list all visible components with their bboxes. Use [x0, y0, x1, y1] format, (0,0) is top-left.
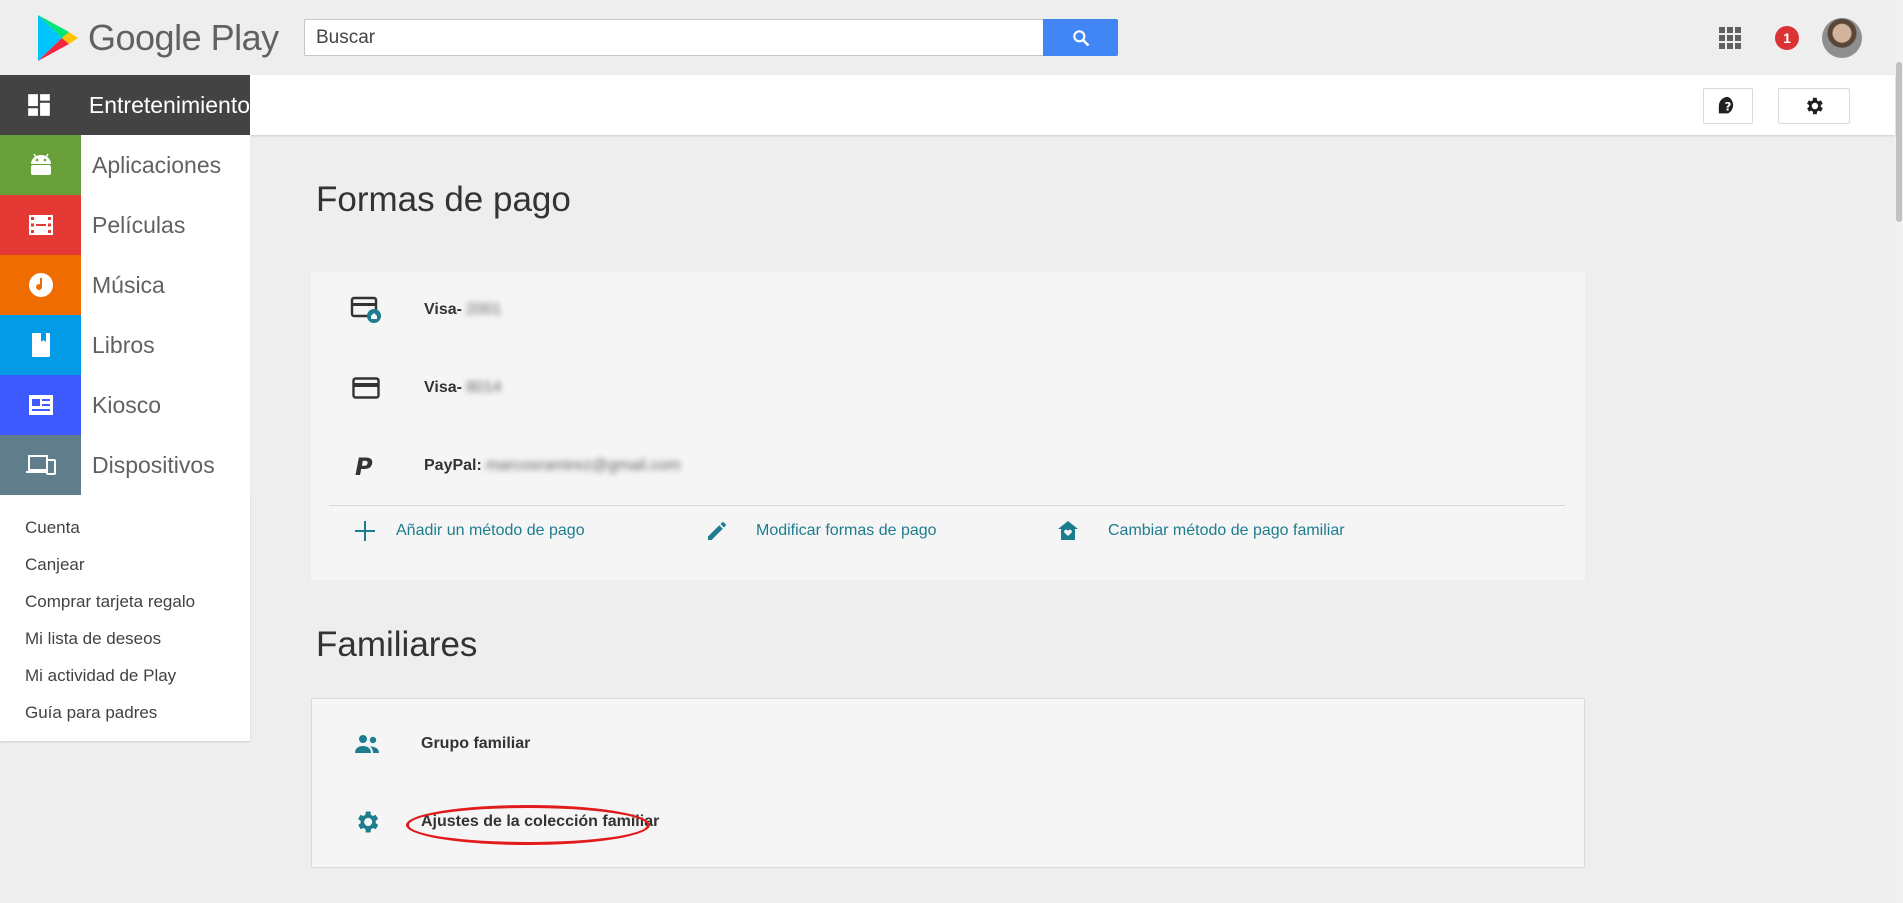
sidebar-item-label: Música — [92, 271, 165, 298]
gear-icon — [1807, 97, 1823, 115]
music-icon — [0, 255, 81, 315]
payment-method-label: Visa- — [424, 301, 462, 318]
sidebar-links: Cuenta Canjear Comprar tarjeta regalo Mi… — [0, 495, 250, 741]
payment-method-row[interactable]: Visa- 8014 — [311, 368, 502, 408]
search-box — [304, 19, 1118, 56]
family-home-icon — [1058, 521, 1078, 540]
family-group-row[interactable]: Grupo familiar — [312, 724, 530, 764]
people-icon — [339, 733, 395, 755]
book-icon — [0, 315, 81, 375]
scrollbar[interactable] — [1895, 0, 1903, 903]
sidebar-link-canjear[interactable]: Canjear — [0, 546, 250, 583]
svg-text:P: P — [355, 453, 373, 479]
settings-button[interactable] — [1778, 88, 1850, 124]
sidebar-link-activity[interactable]: Mi actividad de Play — [0, 657, 250, 694]
scrollbar-thumb[interactable] — [1896, 62, 1902, 222]
logo-text: Google Play — [88, 17, 279, 58]
family-library-settings-label: Ajustes de la colección familiar — [421, 813, 660, 830]
help-button[interactable]: ? — [1703, 88, 1753, 124]
sidebar-item-entretenimiento[interactable]: Entretenimiento — [0, 75, 250, 135]
sidebar-item-libros[interactable]: Libros — [0, 315, 250, 375]
divider — [329, 505, 1565, 506]
masked-card-number: 2001 — [465, 301, 502, 318]
apps-grid-icon[interactable] — [1719, 27, 1741, 49]
plus-icon — [355, 521, 375, 541]
search-button[interactable] — [1043, 19, 1118, 56]
sidebar: Entretenimiento Aplicaciones Películas M… — [0, 75, 250, 741]
family-card: Grupo familiar Ajustes de la colección f… — [311, 698, 1585, 868]
google-play-logo[interactable]: Google Play — [36, 14, 279, 62]
payment-method-row[interactable]: Visa- 2001 — [311, 290, 502, 330]
masked-paypal-email: marcosramirez@gmail.com — [485, 457, 681, 474]
sidebar-link-gift-card[interactable]: Comprar tarjeta regalo — [0, 583, 250, 620]
sidebar-item-label: Libros — [92, 331, 155, 358]
sidebar-item-label: Entretenimiento — [88, 91, 250, 118]
search-input[interactable] — [305, 20, 1047, 55]
sidebar-item-label: Películas — [92, 211, 186, 238]
svg-text:?: ? — [1725, 100, 1732, 114]
family-title: Familiares — [316, 625, 478, 664]
sidebar-item-label: Aplicaciones — [92, 151, 222, 178]
dashboard-icon — [0, 75, 78, 135]
notification-badge[interactable]: 1 — [1775, 26, 1799, 50]
change-family-payment-label: Cambiar método de pago familiar — [1108, 522, 1345, 539]
sidebar-item-dispositivos[interactable]: Dispositivos — [0, 435, 250, 495]
sidebar-item-label: Kiosco — [92, 391, 162, 418]
help-icon: ? — [1718, 96, 1734, 114]
devices-icon — [0, 435, 81, 495]
search-icon — [1072, 29, 1089, 46]
payment-method-row[interactable]: P PayPal: marcosramirez@gmail.com — [311, 446, 681, 486]
payment-card: Visa- 2001 Visa- 8014 P PayPal: marcosramir… — [311, 272, 1585, 580]
family-library-settings-row[interactable]: Ajustes de la colección familiar — [312, 802, 659, 842]
edit-payment-methods-button[interactable]: Modificar formas de pago — [705, 519, 937, 543]
sidebar-link-parents-guide[interactable]: Guía para padres — [0, 694, 250, 731]
avatar[interactable] — [1822, 18, 1862, 58]
top-bar: Google Play 1 — [0, 0, 1903, 75]
sidebar-item-peliculas[interactable]: Películas — [0, 195, 250, 255]
android-icon — [0, 135, 81, 195]
payment-title: Formas de pago — [316, 180, 571, 219]
edit-payment-methods-label: Modificar formas de pago — [756, 522, 937, 539]
payment-method-label: Visa- — [424, 379, 462, 396]
credit-card-icon — [338, 377, 394, 399]
pencil-icon — [708, 522, 726, 540]
add-payment-method-label: Añadir un método de pago — [396, 522, 585, 539]
payment-method-label: PayPal: — [424, 457, 482, 474]
sidebar-item-aplicaciones[interactable]: Aplicaciones — [0, 135, 250, 195]
play-logo-icon — [38, 15, 78, 61]
add-payment-method-button[interactable]: Añadir un método de pago — [354, 520, 585, 542]
family-group-label: Grupo familiar — [421, 735, 531, 752]
paypal-icon: P — [338, 453, 394, 479]
sidebar-link-cuenta[interactable]: Cuenta — [0, 509, 250, 546]
sub-header: ? — [250, 75, 1895, 135]
sidebar-link-wishlist[interactable]: Mi lista de deseos — [0, 620, 250, 657]
sidebar-item-label: Dispositivos — [92, 451, 215, 478]
family-card-icon — [338, 295, 394, 325]
newspaper-icon — [0, 375, 81, 435]
sidebar-item-kiosco[interactable]: Kiosco — [0, 375, 250, 435]
change-family-payment-button[interactable]: Cambiar método de pago familiar — [1056, 519, 1345, 543]
masked-card-number: 8014 — [465, 379, 502, 396]
sidebar-item-musica[interactable]: Música — [0, 255, 250, 315]
film-icon — [0, 195, 81, 255]
gear-icon — [339, 808, 395, 836]
